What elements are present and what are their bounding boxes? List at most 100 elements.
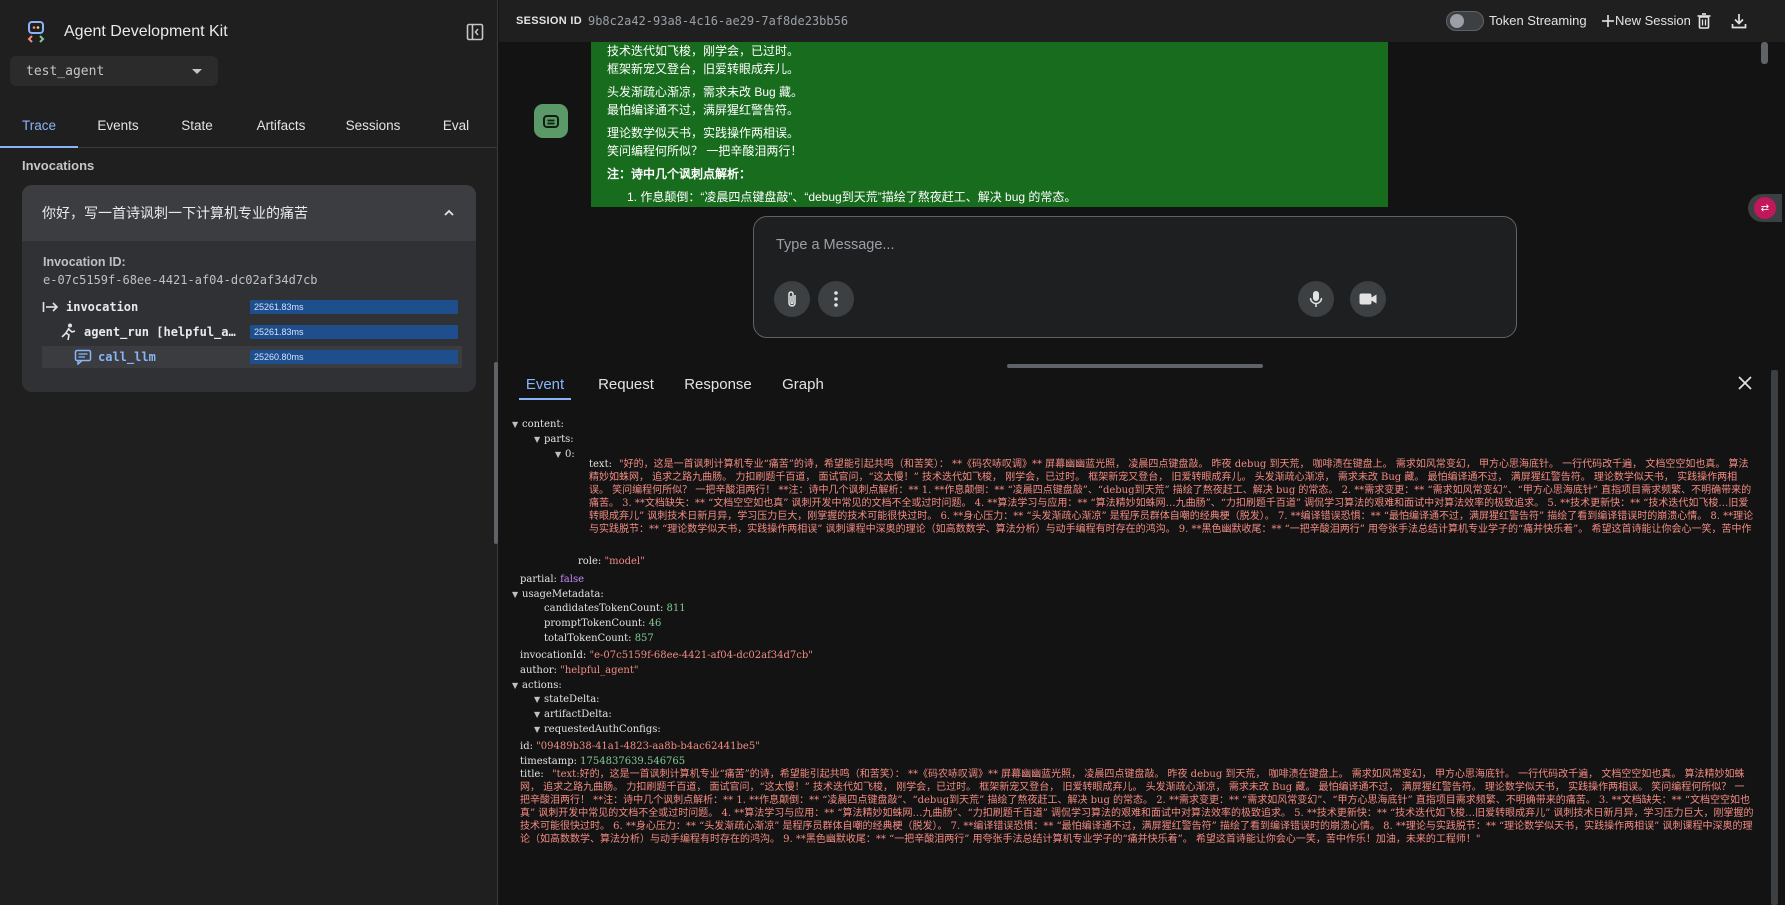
- sidebar-panel-icon: [466, 23, 484, 41]
- json-value-text: "好的，这是一首讽刺计算机专业“痛苦”的诗，希望能引起共鸣（和苦笑）： **《码…: [589, 459, 1754, 535]
- span-duration-bar: 25261.83ms: [250, 325, 458, 339]
- more-vert-icon: [834, 291, 838, 307]
- scrollbar-thumb[interactable]: [1771, 370, 1778, 905]
- expand-triangle-icon: ▼: [534, 695, 541, 704]
- span-name: invocation: [66, 300, 139, 314]
- expand-triangle-icon: ▼: [512, 590, 519, 599]
- running-person-icon: [61, 323, 76, 341]
- json-field-total-token-count: totalTokenCount: 857: [544, 633, 654, 644]
- chat-scrollbar[interactable]: [1761, 42, 1768, 64]
- translate-icon: ⇄: [1754, 197, 1776, 219]
- chevron-up-icon: [444, 209, 454, 216]
- close-icon: [1738, 376, 1752, 390]
- span-duration-bar: 25260.80ms: [250, 350, 458, 364]
- attach-button[interactable]: [774, 281, 810, 317]
- close-panel-button[interactable]: [1735, 373, 1755, 393]
- robot-icon: [543, 115, 559, 128]
- json-node-state-delta[interactable]: ▼ stateDelta:: [534, 693, 600, 706]
- new-session-button[interactable]: New Session: [1615, 13, 1691, 28]
- video-camera-button[interactable]: [1350, 281, 1386, 317]
- message-line: 最怕编译通不过，满屏猩红警告符。: [607, 103, 800, 117]
- invocation-header[interactable]: 你好，写一首诗讽刺一下计算机专业的痛苦: [22, 185, 476, 241]
- json-field-prompt-token-count: promptTokenCount: 46: [544, 618, 662, 629]
- sidebar-resize-handle[interactable]: [494, 362, 498, 544]
- app-title: Agent Development Kit: [64, 23, 228, 40]
- chat-bubble-icon: [74, 349, 92, 365]
- invocation-id-label: Invocation ID:: [43, 255, 126, 269]
- json-node-actions[interactable]: ▼ actions:: [512, 679, 562, 692]
- json-node-artifact-delta[interactable]: ▼ artifactDelta:: [534, 708, 612, 721]
- tab-state[interactable]: State: [158, 112, 236, 148]
- tab-trace[interactable]: Trace: [0, 112, 78, 148]
- message-note: 注：诗中几个讽刺点解析：: [607, 167, 752, 181]
- expand-triangle-icon: ▼: [534, 710, 541, 719]
- json-field-id: id: "09489b38-41a1-4823-aa8b-b4ac62441be…: [520, 741, 760, 752]
- tab-graph[interactable]: Graph: [775, 370, 831, 400]
- agent-select[interactable]: test_agent: [10, 56, 218, 86]
- session-id-label: SESSION ID: [516, 15, 582, 27]
- span-duration-bar: 25261.83ms: [250, 300, 458, 314]
- sidebar: Agent Development Kit test_agent Trace E…: [0, 0, 498, 905]
- arrow-into-icon: [42, 302, 59, 312]
- json-node-parts[interactable]: ▼ parts:: [534, 433, 574, 446]
- event-tabs: Event Request Response Graph: [499, 370, 831, 400]
- tab-event[interactable]: Event: [519, 370, 571, 400]
- floating-translate-button[interactable]: ⇄: [1748, 194, 1782, 222]
- span-row-call-llm[interactable]: call_llm 25260.80ms: [42, 346, 462, 368]
- topbar: SESSION ID 9b8c2a42-93a8-4c16-ae29-7af8d…: [499, 0, 1785, 42]
- collapse-sidebar-button[interactable]: [462, 20, 488, 44]
- microphone-button[interactable]: [1298, 281, 1334, 317]
- expand-triangle-icon: ▼: [534, 725, 541, 734]
- expand-triangle-icon: ▼: [534, 435, 541, 444]
- tab-request[interactable]: Request: [591, 370, 661, 400]
- json-field-timestamp: timestamp: 1754837639.546765: [520, 756, 686, 767]
- token-streaming-label: Token Streaming: [1489, 13, 1587, 28]
- delete-icon[interactable]: [1694, 11, 1714, 31]
- tab-response[interactable]: Response: [681, 370, 755, 400]
- bot-message: 技术迭代如飞梭，刚学会，已过时。 框架新宠又登台，旧爱转眼成弃儿。 头发渐疏心渐…: [591, 42, 1388, 207]
- json-field-role: role: "model": [578, 556, 645, 567]
- json-field-partial: partial: false: [520, 574, 584, 585]
- chat-area: 技术迭代如飞梭，刚学会，已过时。 框架新宠又登台，旧爱转眼成弃儿。 头发渐疏心渐…: [499, 42, 1785, 364]
- panel-resize-handle[interactable]: [1007, 364, 1263, 368]
- json-node-usage-metadata[interactable]: ▼ usageMetadata:: [512, 588, 604, 601]
- invocation-id: e-07c5159f-68ee-4421-af04-dc02af34d7cb: [43, 273, 318, 287]
- expand-triangle-icon: ▼: [512, 681, 519, 690]
- json-node-0[interactable]: ▼ 0:: [555, 448, 575, 461]
- message-input[interactable]: [776, 235, 1476, 255]
- sidebar-tabs: Trace Events State Artifacts Sessions Ev…: [0, 112, 498, 148]
- json-field-candidates-token-count: candidatesTokenCount: 811: [544, 603, 686, 614]
- token-streaming-toggle[interactable]: [1446, 11, 1484, 31]
- expand-triangle-icon: ▼: [555, 450, 562, 459]
- app-root: Agent Development Kit test_agent Trace E…: [0, 0, 1785, 905]
- tab-events[interactable]: Events: [78, 112, 158, 148]
- session-id-value: 9b8c2a42-93a8-4c16-ae29-7af8de23bb56: [587, 14, 849, 28]
- json-node-requested-auth-configs[interactable]: ▼ requestedAuthConfigs:: [534, 723, 661, 736]
- message-list-item: 1. 作息颠倒：“凌晨四点键盘敲”、“debug到天荒”描绘了熬夜赶工、解决 b…: [627, 190, 1077, 204]
- message-line: 框架新宠又登台，旧爱转眼成弃儿。: [607, 62, 800, 76]
- tab-sessions[interactable]: Sessions: [326, 112, 420, 148]
- span-row-invocation[interactable]: invocation 25261.83ms: [42, 296, 462, 318]
- tab-artifacts[interactable]: Artifacts: [236, 112, 326, 148]
- span-name: call_llm: [98, 350, 156, 364]
- message-line: 头发渐疏心渐凉，需求未改 Bug 藏。: [607, 85, 804, 99]
- agent-select-value: test_agent: [26, 63, 105, 79]
- json-field-invocation-id: invocationId: "e-07c5159f-68ee-4421-af04…: [520, 650, 813, 661]
- invocation-card: 你好，写一首诗讽刺一下计算机专业的痛苦 Invocation ID: e-07c…: [22, 185, 476, 392]
- bot-avatar: [534, 104, 568, 138]
- event-panel: Event Request Response Graph ▼ content: ▼…: [499, 370, 1785, 905]
- invocation-question: 你好，写一首诗讽刺一下计算机专业的痛苦: [42, 205, 308, 221]
- download-icon[interactable]: [1729, 11, 1749, 31]
- tab-eval[interactable]: Eval: [420, 112, 492, 148]
- expand-triangle-icon: ▼: [512, 420, 519, 429]
- microphone-icon: [1309, 291, 1323, 307]
- json-node-content[interactable]: ▼ content:: [512, 418, 564, 431]
- message-composer: [753, 216, 1517, 338]
- span-row-agent-run[interactable]: agent_run [helpful_agent] 25261.83ms: [60, 321, 462, 343]
- event-panel-scrollbar[interactable]: [1771, 370, 1778, 905]
- brand: Agent Development Kit: [26, 18, 228, 46]
- adk-logo-icon: [27, 21, 45, 43]
- message-line: 笑问编程何所似？ 一把辛酸泪两行！: [607, 144, 803, 158]
- more-options-button[interactable]: [818, 281, 854, 317]
- span-name: agent_run [helpful_agent]: [84, 325, 242, 339]
